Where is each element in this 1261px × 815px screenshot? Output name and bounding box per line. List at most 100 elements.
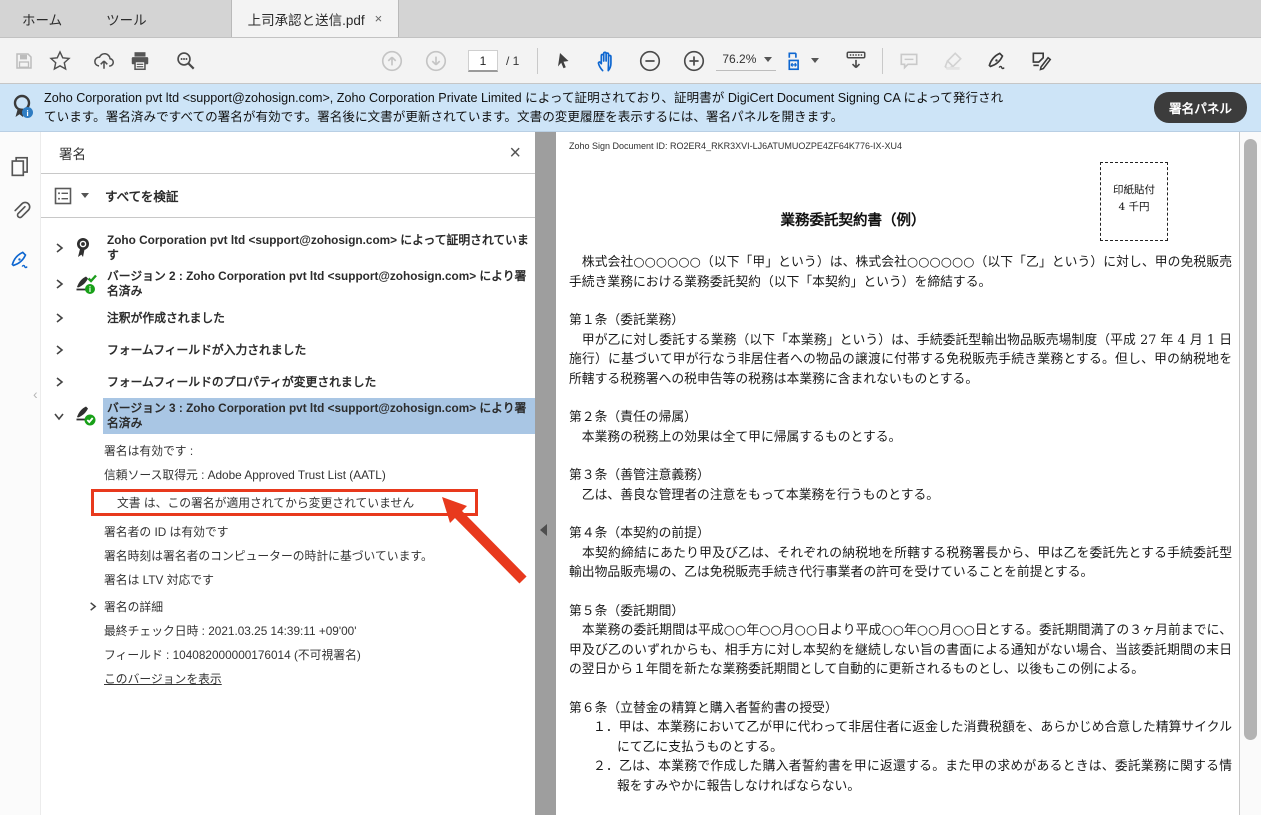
minus-circle-icon — [640, 50, 661, 71]
vertical-scrollbar[interactable] — [1239, 132, 1261, 815]
attachments-button[interactable] — [3, 188, 37, 232]
tree-row-certified[interactable]: Zoho Corporation pvt ltd <support@zohosi… — [41, 230, 535, 266]
notice-line-2: ています。署名済みですべての署名が有効です。署名後に文書が更新されています。文書… — [44, 109, 844, 124]
doc-paragraph: 第６条（立替金の精算と購入者誓約書の授受） — [569, 700, 838, 716]
chevron-right-icon[interactable] — [53, 376, 73, 388]
tab-document[interactable]: 上司承認と送信.pdf × — [230, 0, 400, 37]
detail-field: フィールド : 104082000000176014 (不可視署名) — [104, 647, 361, 662]
page-number-input[interactable]: 1 — [468, 49, 498, 72]
tab-home[interactable]: ホーム — [0, 0, 84, 37]
next-page-button[interactable] — [418, 44, 454, 78]
signature-pen-icon — [11, 251, 28, 269]
panel-open-notch: ‹ — [33, 386, 38, 402]
detail-last-check: 最終チェック日時 : 2021.03.25 14:39:11 +09'00' — [104, 623, 357, 638]
chevron-right-icon[interactable] — [53, 344, 73, 356]
zoom-level-dropdown[interactable]: 76.2% — [716, 50, 777, 71]
fit-width-button[interactable] — [780, 44, 824, 78]
doc-paragraph: 第２条（責任の帰属） — [569, 410, 697, 425]
chevron-down-icon[interactable] — [81, 193, 89, 198]
chevron-down-icon — [810, 58, 819, 63]
highlighted-detail-box: 文書 は、この署名が適用されてから変更されていません — [91, 489, 478, 516]
detail-signing-time: 署名時刻は署名者のコンピューターの時計に基づいています。 — [104, 548, 433, 563]
paperclip-icon — [14, 201, 31, 219]
comment-icon — [900, 53, 918, 70]
doc-paragraph: 第１条（委託業務） — [569, 313, 685, 328]
stamp-line-1: 印紙貼付 — [1113, 184, 1155, 196]
doc-paragraph: 第５条（委託期間） — [569, 603, 685, 619]
document-page: Zoho Sign Document ID: RO2ER4_RKR3XVI-LJ… — [556, 132, 1239, 815]
panel-close-icon[interactable]: × — [509, 143, 521, 163]
zoho-sign-document-id: Zoho Sign Document ID: RO2ER4_RKR3XVI-LJ… — [569, 141, 902, 151]
chevron-right-icon[interactable] — [53, 312, 73, 324]
certificate-rosette-icon — [73, 236, 103, 260]
zoom-in-button[interactable] — [676, 44, 712, 78]
tree-row-form-props[interactable]: フォームフィールドのプロパティが変更されました — [41, 366, 535, 398]
share-button[interactable] — [86, 44, 122, 78]
tab-tools[interactable]: ツール — [84, 0, 169, 37]
signature-valid-icon: i — [73, 271, 103, 297]
tree-row-version-2[interactable]: i バージョン 2 : Zoho Corporation pvt ltd <su… — [41, 266, 535, 302]
sign-button[interactable] — [979, 44, 1015, 78]
document-title: 業務委託契約書（例） — [780, 212, 926, 229]
plus-circle-icon — [684, 50, 705, 71]
scroll-mode-button[interactable] — [838, 44, 874, 78]
doc-paragraph: 乙は、善良な管理者の注意をもって本業務を行うものとする。 — [569, 487, 940, 503]
tab-bar: ホーム ツール 上司承認と送信.pdf × — [0, 0, 1261, 38]
signatures-rail-button[interactable] — [3, 238, 37, 282]
star-button[interactable] — [42, 44, 78, 78]
doc-paragraph: １．甲は、本業務において乙が甲に代わって非居住者に返金した消費税額を、あらかじめ… — [593, 720, 1232, 755]
tree-row-form-filled[interactable]: フォームフィールドが入力されました — [41, 334, 535, 366]
detail-doc-unchanged: 文書 は、この署名が適用されてから変更されていません — [117, 496, 415, 510]
fill-sign-button[interactable] — [1023, 44, 1059, 78]
save-button[interactable] — [6, 44, 42, 78]
comment-button[interactable] — [891, 44, 927, 78]
hand-tool-button[interactable] — [588, 44, 624, 78]
zoom-out-button[interactable] — [632, 44, 668, 78]
doc-paragraph: 本業務の委託期間は平成○○年○○月○○日より平成○○年○○月○○日とする。委託期… — [569, 623, 1232, 677]
main-area: ‹ 署名 × すべてを検証 Zoho Corporation pvt ltd <… — [0, 132, 1261, 815]
chevron-right-icon[interactable] — [53, 242, 73, 254]
tree-row-annotations[interactable]: 注釈が作成されました — [41, 302, 535, 334]
cursor-icon — [558, 52, 569, 68]
toolbar-divider — [882, 47, 884, 74]
chevron-right-icon[interactable] — [87, 601, 104, 612]
tree-row-label: 注釈が作成されました — [107, 310, 225, 325]
cloud-upload-icon — [94, 52, 115, 69]
search-button[interactable] — [168, 44, 204, 78]
chevron-down-icon[interactable] — [53, 410, 73, 422]
view-version-link[interactable]: このバージョンを表示 — [104, 670, 222, 687]
toolbar-divider — [537, 47, 539, 74]
signature-notice-bar: i Zoho Corporation pvt ltd <support@zoho… — [0, 84, 1261, 132]
previous-page-button[interactable] — [374, 44, 410, 78]
search-icon — [177, 51, 195, 69]
panel-options-row: すべてを検証 — [41, 174, 535, 218]
version-3-details: 署名は有効です : 信頼ソース取得元 : Adobe Approved Trus… — [41, 434, 535, 690]
options-list-icon[interactable] — [53, 186, 73, 206]
panel-gutter — [535, 132, 556, 815]
detail-trust-source: 信頼ソース取得元 : Adobe Approved Trust List (AA… — [104, 467, 386, 482]
highlight-button[interactable] — [935, 44, 971, 78]
signature-panel-header: 署名 × — [41, 132, 535, 174]
chevron-right-icon[interactable] — [53, 278, 73, 290]
tab-close-icon[interactable]: × — [375, 11, 383, 26]
doc-paragraph: 株式会社○○○○○○（以下「甲」という）は、株式会社○○○○○○（以下「乙」とい… — [569, 255, 1232, 290]
scroll-mode-icon — [846, 51, 866, 68]
svg-text:i: i — [89, 285, 91, 294]
zoom-level-value: 76.2% — [722, 52, 757, 66]
print-button[interactable] — [122, 44, 158, 78]
tree-row-label: Zoho Corporation pvt ltd <support@zohosi… — [107, 233, 529, 262]
arrow-down-circle-icon — [425, 50, 447, 71]
tree-row-version-3[interactable]: バージョン 3 : Zoho Corporation pvt ltd <supp… — [41, 398, 535, 434]
panel-title: 署名 — [59, 146, 86, 162]
tree-row-label: バージョン 3 : Zoho Corporation pvt ltd <supp… — [103, 398, 535, 434]
fill-sign-icon — [1032, 52, 1052, 71]
validate-all-button[interactable]: すべてを検証 — [105, 186, 178, 205]
panel-collapse-handle[interactable] — [540, 524, 547, 536]
select-tool-button[interactable] — [546, 44, 582, 78]
signature-panel-button[interactable]: 署名パネル — [1154, 92, 1247, 123]
page-thumbnails-button[interactable] — [3, 144, 37, 188]
document-tab-title: 上司承認と送信.pdf — [247, 12, 365, 28]
signature-details-row[interactable]: 署名の詳細 — [90, 594, 535, 618]
scrollbar-thumb[interactable] — [1244, 139, 1257, 741]
highlighter-icon — [944, 51, 963, 70]
